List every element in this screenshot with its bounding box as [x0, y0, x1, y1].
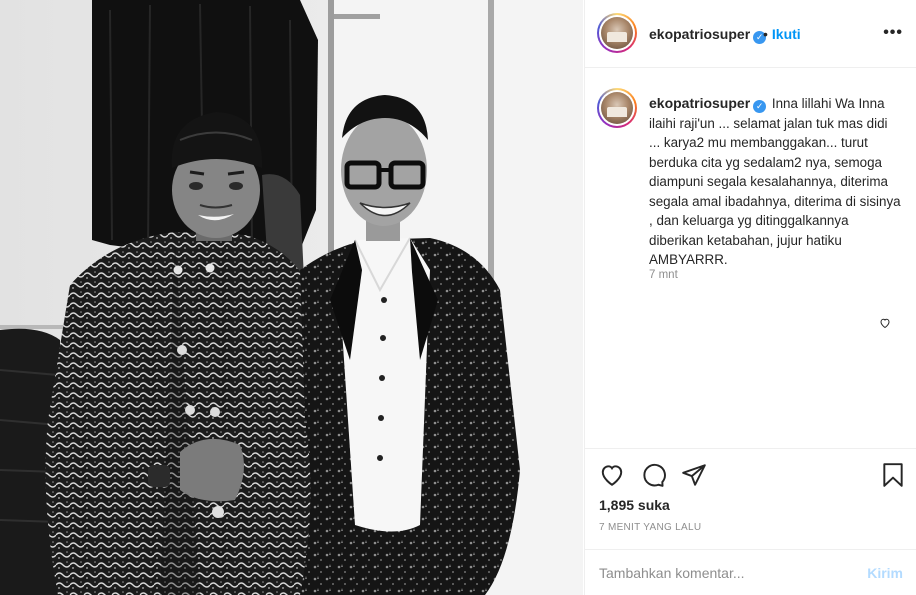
bookmark-icon[interactable] [881, 462, 905, 493]
actions-section: 1,895 suka 7 MENIT YANG LALU [585, 448, 916, 558]
caption-username[interactable]: ekopatriosuper ✓ [649, 95, 767, 113]
caption-avatar[interactable] [597, 88, 637, 128]
comment-input[interactable] [599, 561, 849, 585]
separator-dot: • [763, 26, 768, 42]
post-photo[interactable] [0, 0, 583, 595]
caption: ekopatriosuper ✓ Inna lillahi Wa Inna ila… [649, 94, 901, 270]
caption-like-heart-icon[interactable] [879, 316, 891, 334]
post-comment-button[interactable]: Kirim [867, 565, 903, 581]
username-text: ekopatriosuper [649, 26, 751, 42]
follow-row: • Ikuti [763, 26, 801, 42]
username-link[interactable]: ekopatriosuper ✓ [649, 26, 767, 44]
post-timestamp[interactable]: 7 MENIT YANG LALU [599, 522, 701, 533]
verified-badge-icon: ✓ [753, 100, 767, 113]
photo-illustration [0, 0, 583, 595]
more-options-icon[interactable]: ••• [883, 24, 903, 42]
comment-form: Kirim [585, 549, 916, 595]
avatar[interactable] [597, 13, 637, 53]
caption-text: Inna lillahi Wa Inna ilaihi raji'un ... … [649, 96, 901, 267]
likes-count[interactable]: 1,895 suka [599, 497, 670, 513]
heart-icon[interactable] [599, 462, 625, 493]
follow-button[interactable]: Ikuti [772, 26, 801, 42]
caption-username-text: ekopatriosuper [649, 95, 751, 111]
caption-time: 7 mnt [649, 269, 678, 281]
comment-icon[interactable] [640, 462, 666, 493]
comments-section: ekopatriosuper ✓ Inna lillahi Wa Inna ila… [585, 69, 916, 447]
paper-plane-icon[interactable] [681, 462, 707, 493]
post-details-panel: ekopatriosuper ✓ • Ikuti ••• ekopatriosupe… [584, 0, 916, 595]
post-header: ekopatriosuper ✓ • Ikuti ••• [585, 0, 916, 68]
